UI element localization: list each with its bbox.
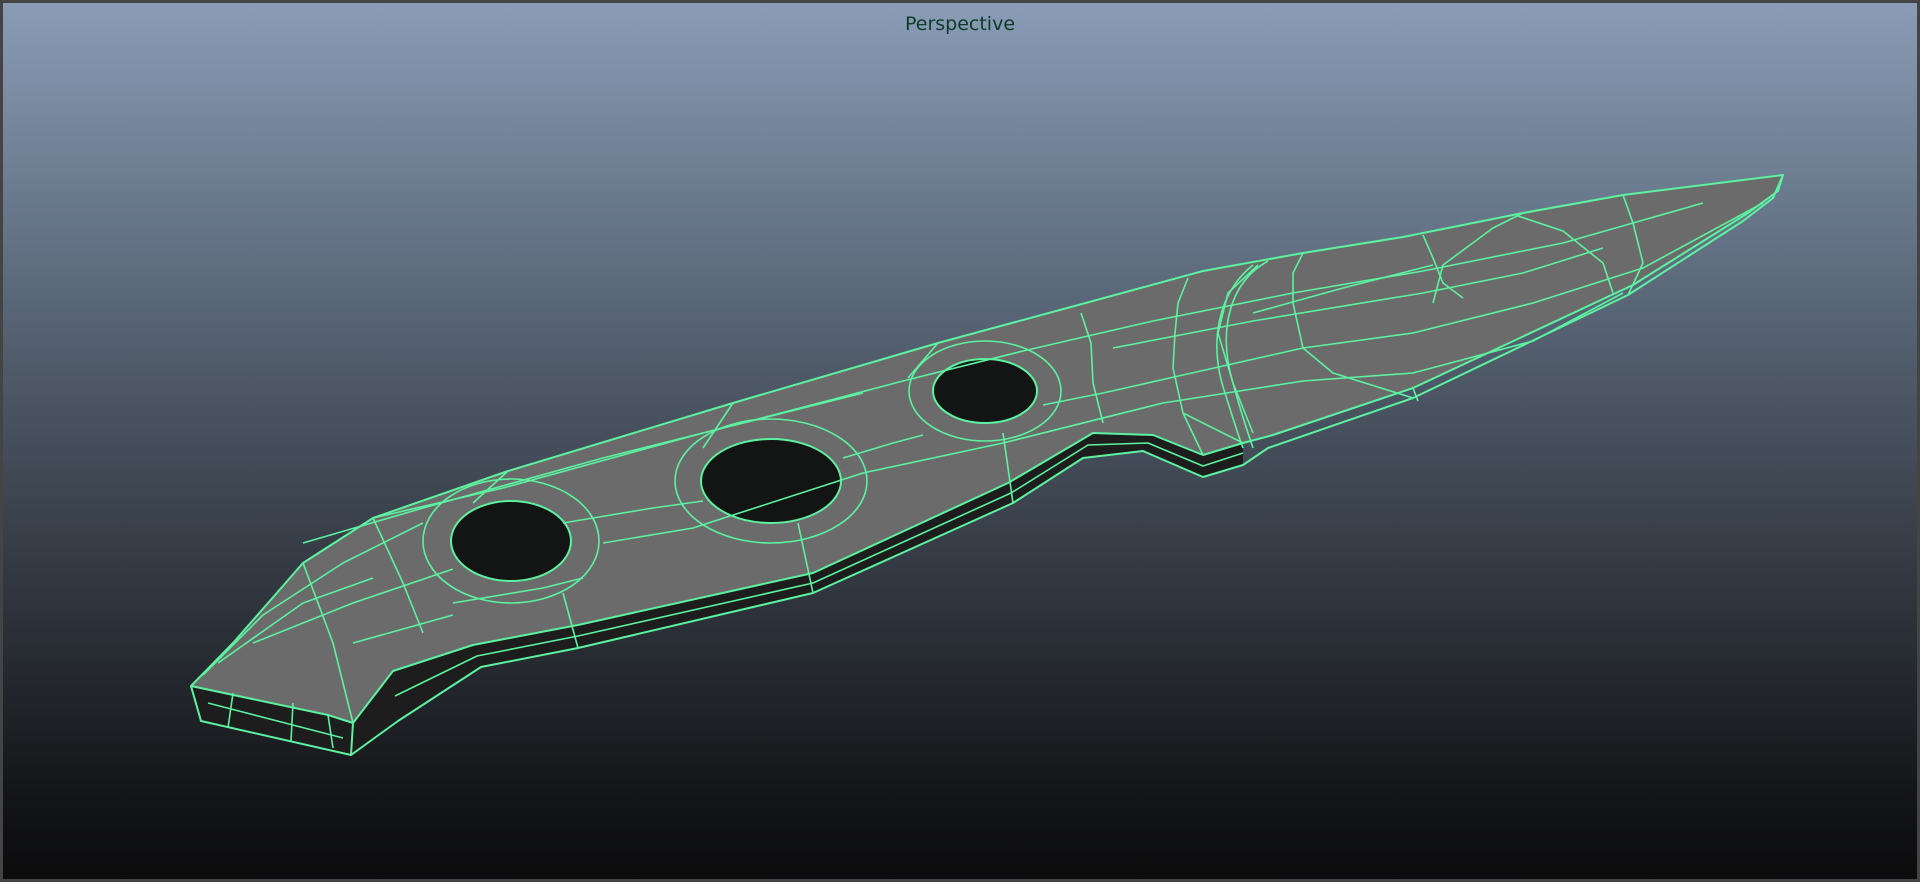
knife-mesh[interactable] — [3, 3, 1920, 882]
perspective-viewport[interactable]: Perspective — [0, 0, 1920, 882]
knife-top-face — [191, 175, 1783, 723]
